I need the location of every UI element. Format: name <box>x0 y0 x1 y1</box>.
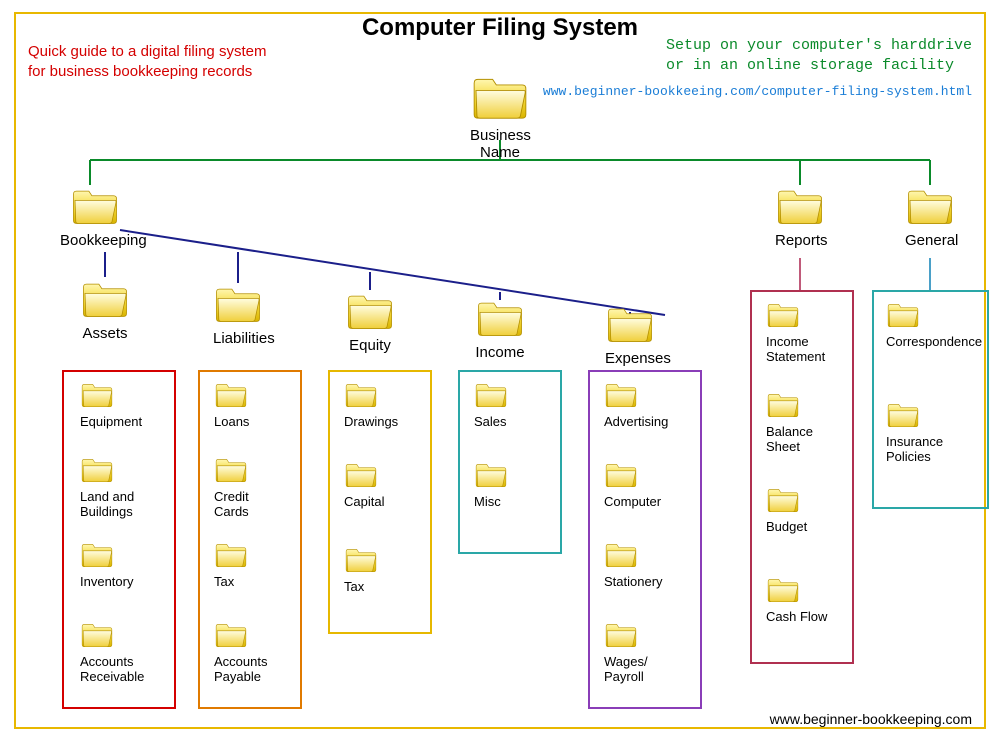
folder-icon <box>766 300 800 328</box>
folder-icon <box>214 380 248 408</box>
folder-icon <box>886 400 920 428</box>
folder-icon <box>766 575 800 603</box>
folder-icon <box>213 283 263 323</box>
item-label: Cash Flow <box>766 610 846 625</box>
folder-icon <box>604 380 638 408</box>
item-label: Accounts Payable <box>214 655 289 685</box>
folder-icon <box>604 620 638 648</box>
folder-icon <box>214 620 248 648</box>
item-label: Loans <box>214 415 289 430</box>
item-label: Misc <box>474 495 549 510</box>
item-expenses-2: Stationery <box>604 540 694 590</box>
item-liabilities-1: Credit Cards <box>214 455 289 520</box>
item-reports-1: Balance Sheet <box>766 390 846 455</box>
folder-assets: Assets <box>80 278 130 342</box>
item-equity-0: Drawings <box>344 380 419 430</box>
folder-icon <box>886 300 920 328</box>
item-label: Correspondence <box>886 335 981 350</box>
folder-icon <box>214 455 248 483</box>
item-label: Balance Sheet <box>766 425 846 455</box>
item-general-1: Insurance Policies <box>886 400 981 465</box>
folder-icon <box>775 185 825 225</box>
folder-root: Business Name <box>470 72 530 162</box>
item-equity-2: Tax <box>344 545 419 595</box>
item-liabilities-2: Tax <box>214 540 289 590</box>
item-label: Wages/ Payroll <box>604 655 694 685</box>
folder-icon <box>345 290 395 330</box>
item-income-1: Misc <box>474 460 549 510</box>
item-label: Income Statement <box>766 335 846 365</box>
item-assets-2: Inventory <box>80 540 160 590</box>
folder-icon <box>344 460 378 488</box>
folder-icon <box>766 485 800 513</box>
folder-icon <box>604 540 638 568</box>
item-reports-2: Budget <box>766 485 846 535</box>
item-reports-0: Income Statement <box>766 300 846 365</box>
folder-icon <box>344 545 378 573</box>
folder-liabilities: Liabilities <box>213 283 263 347</box>
folder-equity: Equity <box>345 290 395 354</box>
folder-label: Bookkeeping <box>60 232 130 249</box>
item-label: Equipment <box>80 415 160 430</box>
item-income-0: Sales <box>474 380 549 430</box>
folder-label: Income <box>475 344 525 361</box>
folder-label: Business Name <box>470 127 530 162</box>
folder-icon <box>474 380 508 408</box>
folder-icon <box>80 278 130 318</box>
folder-label: Reports <box>775 232 825 249</box>
item-label: Stationery <box>604 575 694 590</box>
item-general-0: Correspondence <box>886 300 981 350</box>
folder-icon <box>80 380 114 408</box>
item-label: Accounts Receivable <box>80 655 160 685</box>
item-expenses-0: Advertising <box>604 380 694 430</box>
item-liabilities-0: Loans <box>214 380 289 430</box>
item-label: Budget <box>766 520 846 535</box>
item-label: Tax <box>214 575 289 590</box>
folder-icon <box>470 72 530 120</box>
folder-icon <box>80 620 114 648</box>
folder-expenses: Expenses <box>605 303 655 367</box>
item-label: Sales <box>474 415 549 430</box>
item-reports-3: Cash Flow <box>766 575 846 625</box>
folder-label: Assets <box>80 325 130 342</box>
folder-icon <box>70 185 120 225</box>
item-label: Credit Cards <box>214 490 289 520</box>
folder-label: Expenses <box>605 350 655 367</box>
item-label: Inventory <box>80 575 160 590</box>
folder-general: General <box>905 185 955 249</box>
item-assets-1: Land and Buildings <box>80 455 160 520</box>
folder-icon <box>604 460 638 488</box>
folder-icon <box>80 540 114 568</box>
item-expenses-3: Wages/ Payroll <box>604 620 694 685</box>
item-liabilities-3: Accounts Payable <box>214 620 289 685</box>
folder-icon <box>475 297 525 337</box>
item-label: Advertising <box>604 415 694 430</box>
item-assets-0: Equipment <box>80 380 160 430</box>
folder-bookkeeping: Bookkeeping <box>60 185 130 249</box>
item-expenses-1: Computer <box>604 460 694 510</box>
folder-income: Income <box>475 297 525 361</box>
folder-reports: Reports <box>775 185 825 249</box>
folder-icon <box>474 460 508 488</box>
folder-icon <box>214 540 248 568</box>
folder-label: General <box>905 232 955 249</box>
item-equity-1: Capital <box>344 460 419 510</box>
item-label: Land and Buildings <box>80 490 160 520</box>
folder-label: Liabilities <box>213 330 263 347</box>
item-label: Insurance Policies <box>886 435 981 465</box>
item-label: Tax <box>344 580 419 595</box>
folder-icon <box>766 390 800 418</box>
item-label: Computer <box>604 495 694 510</box>
item-label: Drawings <box>344 415 419 430</box>
item-assets-3: Accounts Receivable <box>80 620 160 685</box>
folder-icon <box>80 455 114 483</box>
folder-label: Equity <box>345 337 395 354</box>
folder-icon <box>344 380 378 408</box>
item-label: Capital <box>344 495 419 510</box>
folder-icon <box>905 185 955 225</box>
folder-icon <box>605 303 655 343</box>
